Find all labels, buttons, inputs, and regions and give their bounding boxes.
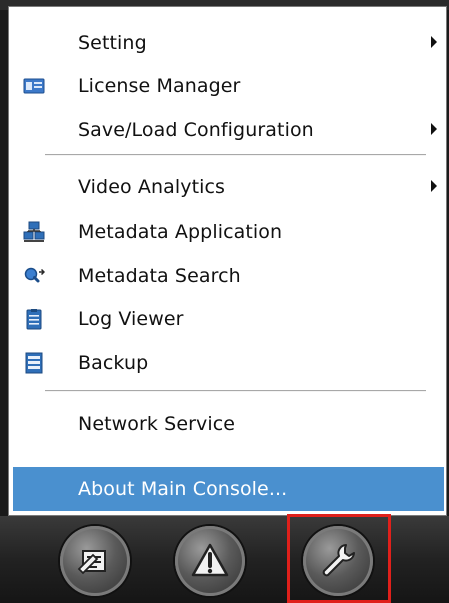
menu-separator — [45, 154, 426, 156]
menu-item-label: Metadata Search — [78, 265, 241, 287]
menu-item-video-analytics[interactable]: Video Analytics — [9, 165, 446, 209]
menu-item-label: Metadata Application — [78, 221, 283, 243]
license-card-icon — [23, 75, 45, 97]
menu-item-label: Network Service — [78, 413, 236, 435]
clipboard-log-icon — [23, 308, 45, 330]
menu-item-license-manager[interactable]: License Manager — [9, 64, 446, 108]
menu-item-label: Setting — [78, 32, 147, 54]
menu-item-save-load-configuration[interactable]: Save/Load Configuration — [9, 108, 446, 152]
menu-item-label: Save/Load Configuration — [78, 119, 314, 141]
menu-item-about-main-console[interactable]: About Main Console... — [13, 467, 444, 511]
warning-button[interactable] — [175, 526, 245, 596]
submenu-arrow-icon — [431, 36, 437, 48]
menu-item-network-service[interactable]: Network Service — [9, 402, 446, 446]
magnifier-search-icon — [23, 265, 46, 287]
menu-item-setting[interactable]: Setting — [9, 21, 446, 65]
submenu-arrow-icon — [431, 180, 437, 192]
menu-item-metadata-application[interactable]: Metadata Application — [9, 210, 446, 254]
selection-highlight-frame — [287, 514, 391, 603]
menu-item-backup[interactable]: Backup — [9, 341, 446, 385]
menu-item-label: Video Analytics — [78, 176, 226, 198]
context-menu: Setting License Manager Save/Load Config… — [8, 6, 447, 516]
edit-document-button[interactable] — [60, 526, 130, 596]
metadata-app-icon — [23, 221, 45, 243]
backup-icon — [23, 352, 45, 374]
menu-separator — [45, 390, 426, 392]
menu-item-label: About Main Console... — [78, 478, 288, 500]
menu-item-metadata-search[interactable]: Metadata Search — [9, 254, 446, 298]
submenu-arrow-icon — [431, 123, 437, 135]
menu-item-log-viewer[interactable]: Log Viewer — [9, 297, 446, 341]
menu-item-label: Log Viewer — [78, 308, 184, 330]
menu-item-label: License Manager — [78, 75, 241, 97]
menu-item-label: Backup — [78, 352, 149, 374]
